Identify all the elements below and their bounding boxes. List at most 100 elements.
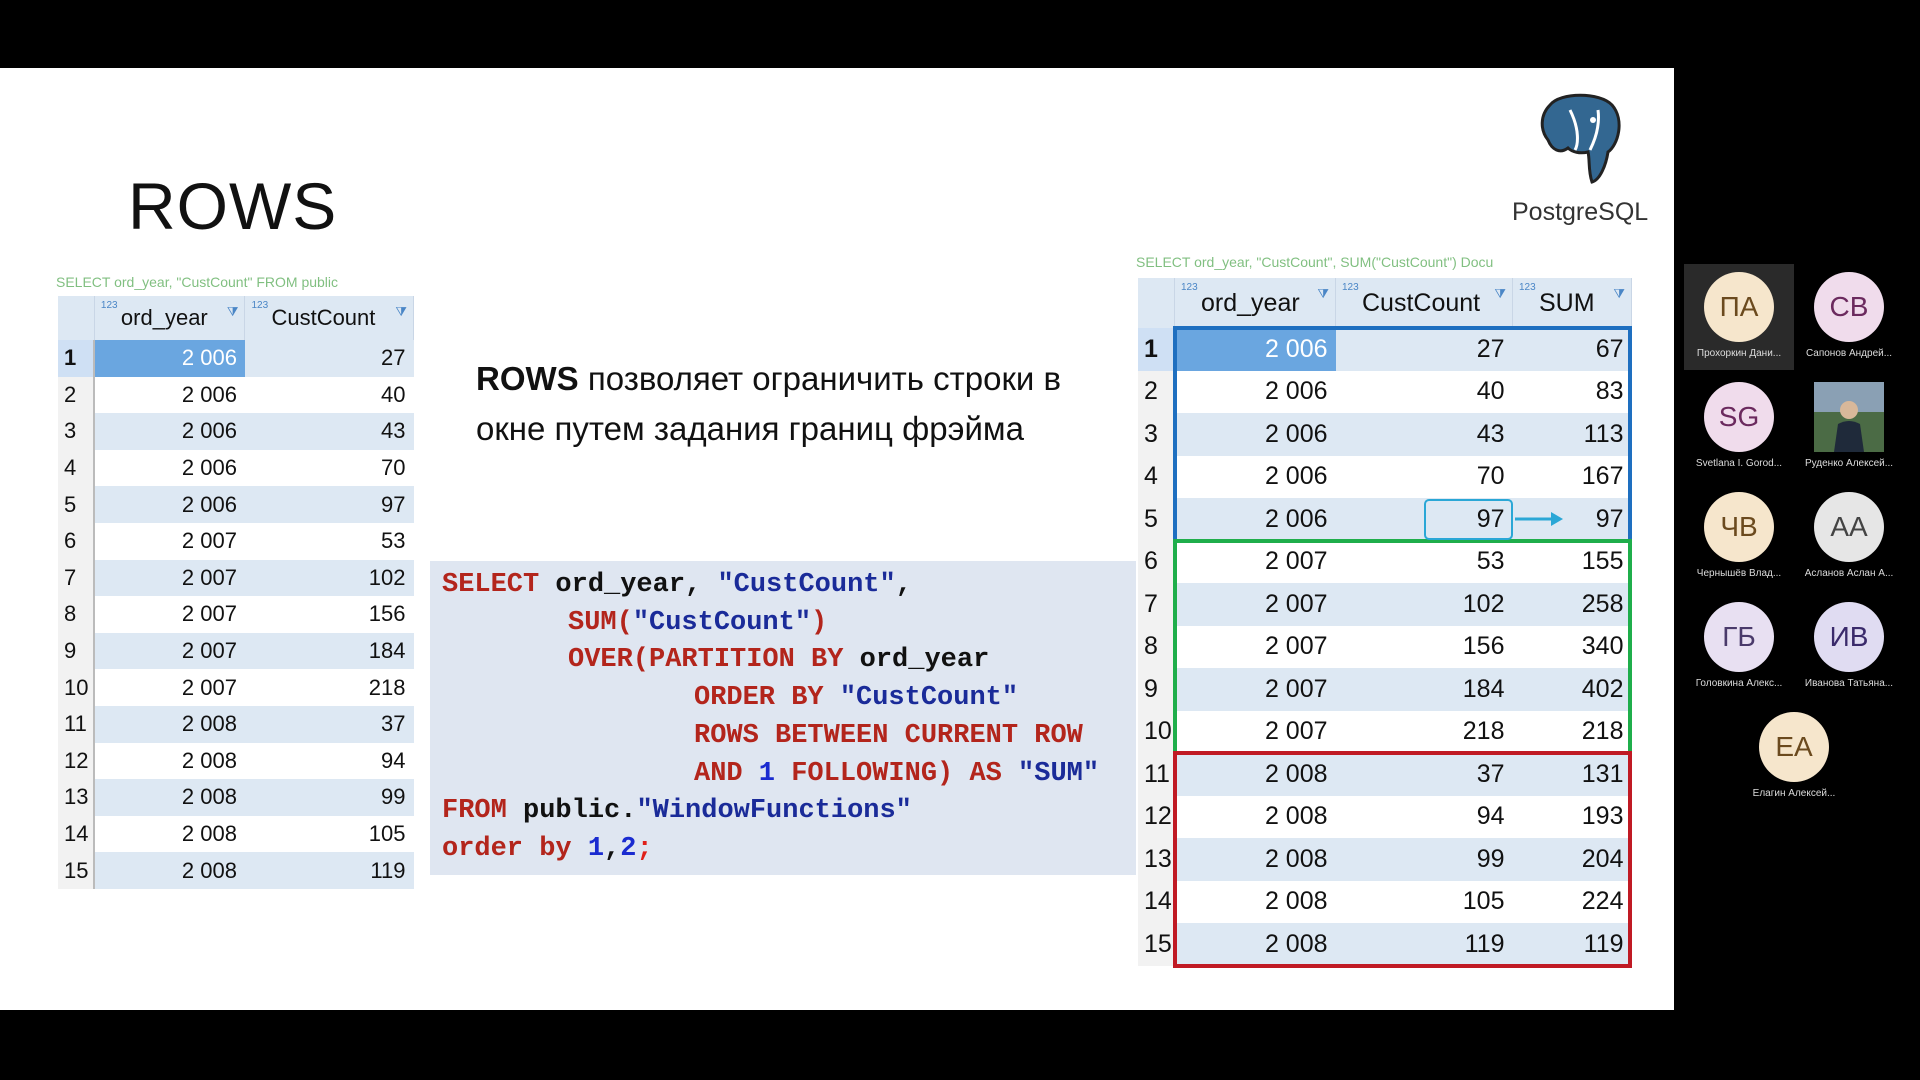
code-token: ord_year, [539, 570, 718, 600]
type-badge: 123 [1519, 282, 1536, 293]
participant-tile[interactable]: ИВ Иванова Татьяна... [1794, 594, 1904, 700]
left-result-grid: 123 ord_year ⧩ 123 CustCount ⧩ 1 2 006 27 2 2 006 4… [58, 296, 414, 889]
cell-ord_year[interactable]: 2 008 [94, 779, 245, 816]
cell-ord_year[interactable]: 2 008 [94, 705, 245, 743]
filter-sort-icon[interactable]: ⧩ [1317, 286, 1329, 302]
filter-sort-icon[interactable]: ⧩ [1613, 286, 1625, 302]
column-header-custcount[interactable]: 123 CustCount ⧩ [1335, 278, 1513, 328]
partition-frame-2 [1172, 538, 1632, 755]
cell-custcount[interactable]: 43 [244, 413, 414, 450]
cell-custcount[interactable]: 99 [244, 779, 414, 816]
cell-ord_year[interactable]: 2 007 [94, 669, 245, 706]
cell-ord_year[interactable]: 2 006 [94, 486, 245, 523]
table-row[interactable]: 22 006 40 [58, 376, 414, 414]
code-token: SUM( [568, 607, 633, 638]
cell-custcount[interactable]: 70 [244, 449, 414, 487]
cell-custcount[interactable]: 40 [244, 376, 414, 414]
cell-ord_year[interactable]: 2 007 [94, 596, 245, 633]
cell-custcount[interactable]: 37 [244, 705, 414, 743]
filter-sort-icon[interactable]: ⧩ [395, 304, 407, 320]
type-badge: 123 [251, 300, 269, 311]
cell-ord_year[interactable]: 2 006 [94, 340, 245, 377]
participant-tile[interactable]: ЧВ Чернышёв Влад... [1684, 484, 1794, 590]
code-token: "CustCount" [823, 683, 1019, 714]
table-row[interactable]: 72 007 102 [58, 559, 414, 597]
cell-custcount[interactable]: 97 [244, 486, 414, 523]
participant-tile[interactable]: СВ Сапонов Андрей... [1794, 264, 1904, 370]
participant-tile[interactable]: ЕА Елагин Алексей... [1739, 704, 1849, 810]
table-row[interactable]: 15 2 008 119 [58, 852, 414, 889]
cell-ord_year[interactable]: 2 007 [94, 522, 245, 560]
code-token: , [895, 570, 912, 600]
table-row[interactable]: 62 007 53 [58, 522, 414, 560]
table-row[interactable]: 42 006 70 [58, 449, 414, 487]
code-line: ROWS BETWEEN CURRENT ROW [694, 718, 1083, 756]
cell-ord_year[interactable]: 2 008 [94, 742, 245, 780]
cell-custcount[interactable]: 53 [244, 522, 414, 560]
avatar: ЕА [1759, 712, 1829, 782]
row-number: 9 [58, 632, 96, 670]
participant-name: Елагин Алексей... [1752, 788, 1836, 799]
filter-sort-icon[interactable]: ⧩ [227, 304, 239, 320]
column-header-custcount[interactable]: 123 CustCount ⧩ [244, 296, 414, 340]
table-row[interactable]: 92 007 184 [58, 632, 414, 670]
participant-tile[interactable]: SG Svetlana I. Gorod... [1684, 374, 1794, 480]
participant-name: Svetlana I. Gorod... [1695, 458, 1783, 469]
column-header-ord_year[interactable]: 123 ord_year ⧩ [94, 296, 246, 340]
code-token: FROM [442, 796, 507, 827]
cell-ord_year[interactable]: 2 008 [94, 815, 245, 853]
participant-tile[interactable]: АА Асланов Аслан А... [1794, 484, 1904, 590]
participant-name: Сапонов Андрей... [1805, 348, 1893, 359]
participant-tile[interactable]: Руденко Алексей... [1794, 374, 1904, 480]
description-keyword: ROWS [476, 360, 579, 397]
table-row[interactable]: 82 007 156 [58, 596, 414, 633]
cell-custcount[interactable]: 218 [244, 669, 414, 706]
filter-sort-icon[interactable]: ⧩ [1494, 286, 1506, 302]
cell-custcount[interactable]: 105 [244, 815, 414, 853]
row-number: 3 [1138, 413, 1176, 456]
column-header-sum[interactable]: 123 SUM ⧩ [1512, 278, 1632, 328]
table-row[interactable]: 10 2 007 218 [58, 669, 414, 706]
participant-name: Иванова Татьяна... [1804, 678, 1894, 689]
cell-ord_year[interactable]: 2 008 [94, 852, 245, 889]
code-line: OVER(PARTITION BY ord_year [568, 642, 989, 680]
table-row[interactable]: 32 006 43 [58, 413, 414, 450]
cell-custcount[interactable]: 27 [244, 340, 414, 377]
cell-ord_year[interactable]: 2 007 [94, 632, 245, 670]
row-number: 10 [58, 669, 96, 706]
participant-tile[interactable]: ГБ Головкина Алекс... [1684, 594, 1794, 700]
row-number: 12 [58, 742, 96, 780]
faint-sql-left: SELECT ord_year, "CustCount" FROM public [56, 274, 339, 290]
cell-ord_year[interactable]: 2 006 [94, 376, 245, 414]
row-number: 11 [58, 705, 96, 743]
table-row[interactable]: 52 006 97 [58, 486, 414, 523]
code-line: ORDER BY "CustCount" [694, 680, 1018, 718]
cell-custcount[interactable]: 94 [244, 742, 414, 780]
cell-ord_year[interactable]: 2 007 [94, 559, 245, 597]
avatar: АА [1814, 492, 1884, 562]
row-number: 1 [58, 340, 96, 377]
cell-custcount[interactable]: 184 [244, 632, 414, 670]
row-number: 11 [1138, 753, 1176, 796]
table-row[interactable]: 12 006 27 [58, 340, 414, 377]
cell-custcount[interactable]: 119 [244, 852, 414, 889]
cell-custcount[interactable]: 102 [244, 559, 414, 597]
table-row[interactable]: 12 2 008 94 [58, 742, 414, 780]
slide-title: ROWS [128, 169, 338, 243]
code-token: 1 [742, 758, 776, 789]
table-row[interactable]: 14 2 008 105 [58, 815, 414, 853]
code-line: AND 1 FOLLOWING) AS "SUM" [694, 756, 1099, 794]
corner-cell [58, 296, 95, 340]
code-line: order by 1,2; [442, 831, 653, 869]
participant-tile[interactable]: ПА Прохоркин Дани... [1684, 264, 1794, 370]
cell-custcount[interactable]: 156 [244, 596, 414, 633]
arrow-icon [1514, 512, 1563, 527]
cell-ord_year[interactable]: 2 006 [94, 449, 245, 487]
column-header-ord_year[interactable]: 123 ord_year ⧩ [1174, 278, 1336, 328]
participant-name: Чернышёв Влад... [1696, 568, 1782, 579]
code-token: , [604, 833, 621, 864]
table-row[interactable]: 13 2 008 99 [58, 779, 414, 816]
table-row[interactable]: 11 2 008 37 [58, 705, 414, 743]
cell-ord_year[interactable]: 2 006 [94, 413, 245, 450]
avatar: ГБ [1704, 602, 1774, 672]
